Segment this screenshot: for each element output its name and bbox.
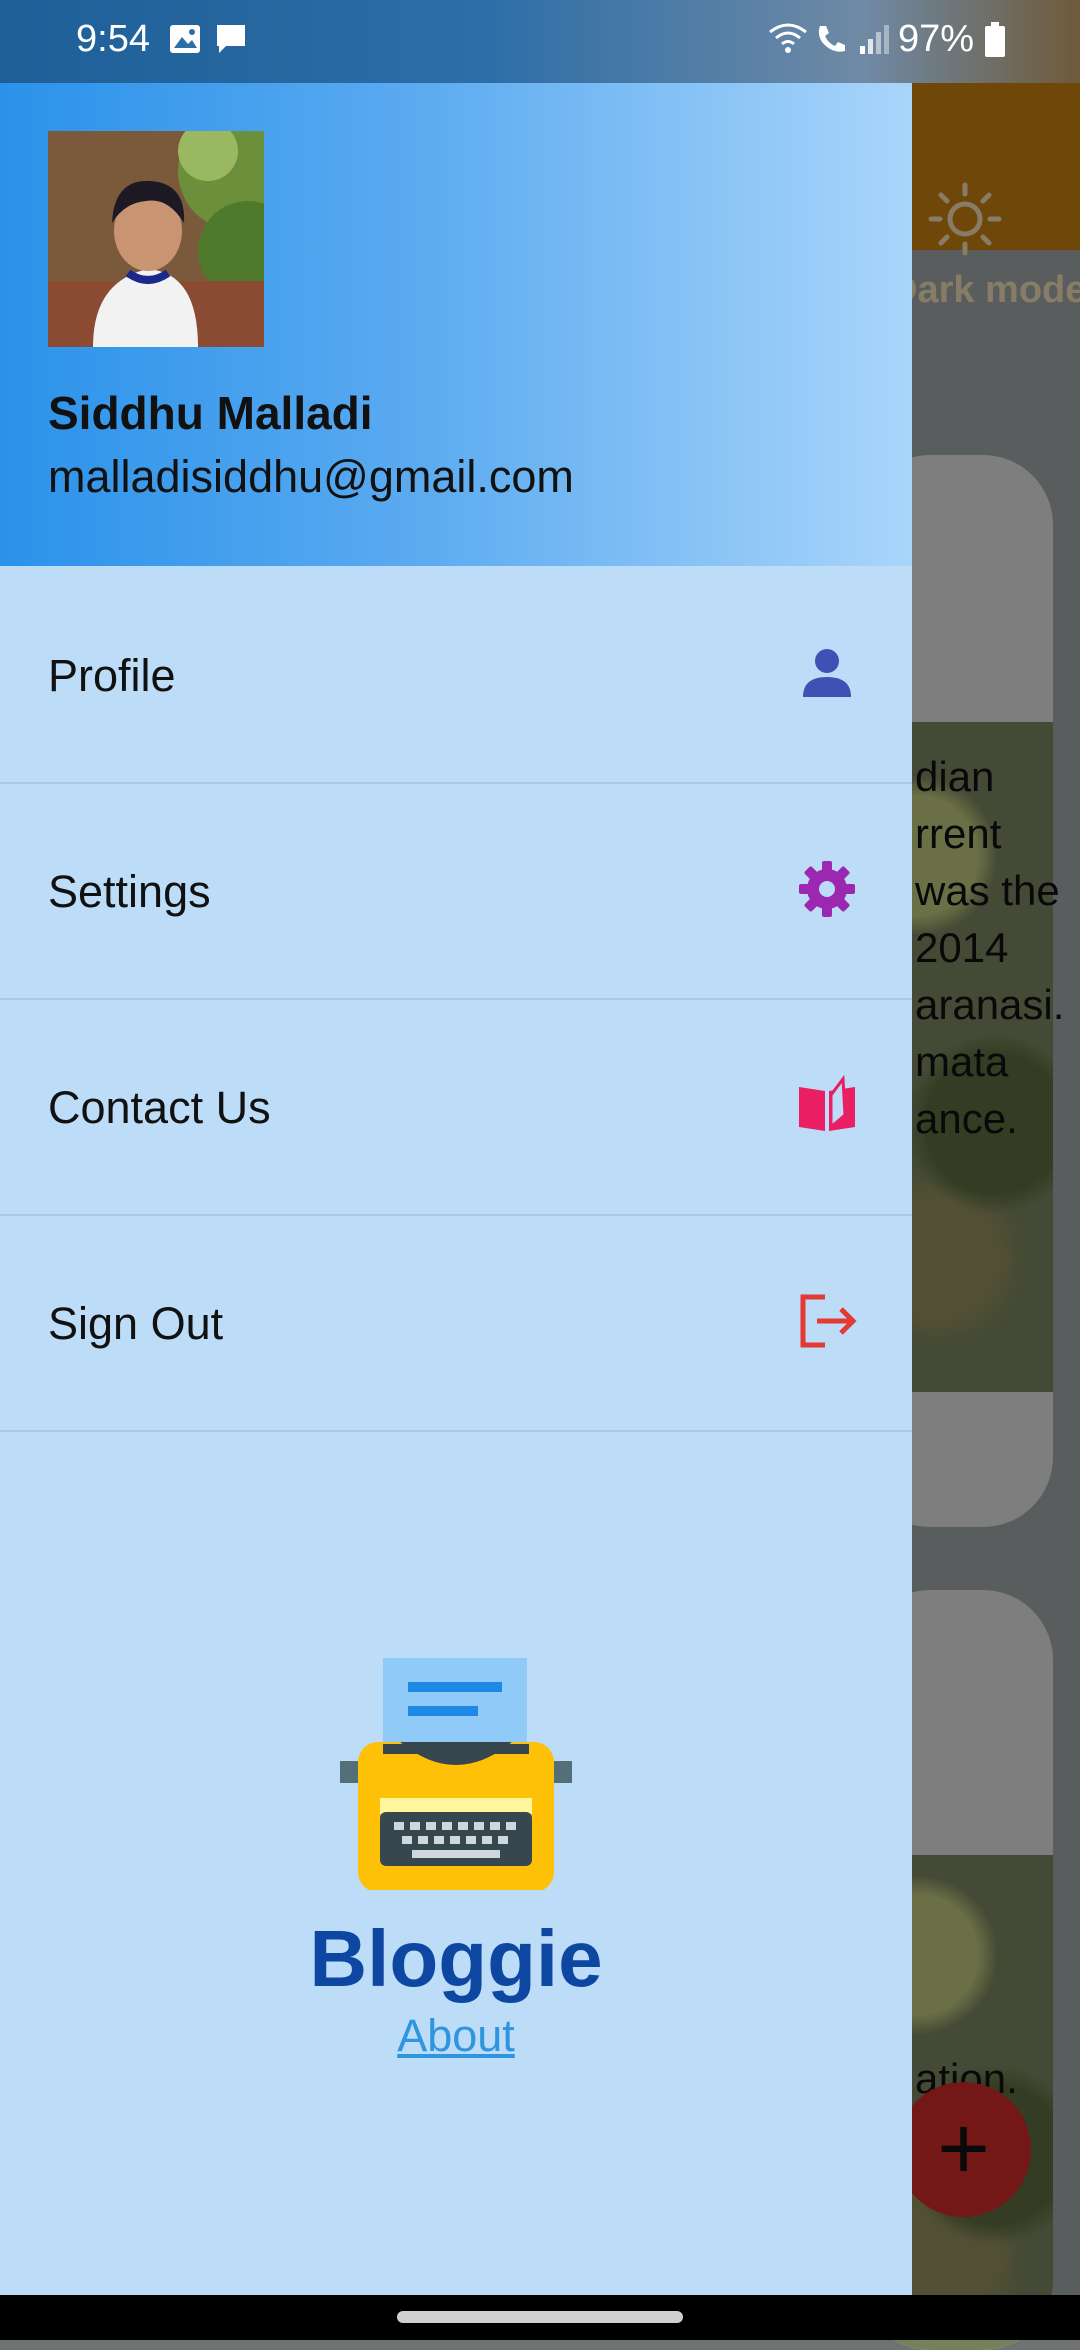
image-icon bbox=[170, 25, 200, 53]
battery-icon bbox=[985, 22, 1005, 57]
menu-item-settings[interactable]: Settings bbox=[0, 782, 912, 1000]
user-email: malladisiddhu@gmail.com bbox=[48, 451, 574, 502]
profile-photo bbox=[48, 131, 264, 347]
navigation-drawer: Siddhu Malladi malladisiddhu@gmail.com P… bbox=[0, 83, 912, 2295]
menu-item-sign-out[interactable]: Sign Out bbox=[0, 1214, 912, 1432]
system-navigation-bar bbox=[0, 2295, 1080, 2340]
status-bar: 9:54 97% bbox=[0, 0, 1080, 83]
drawer-header: Siddhu Malladi malladisiddhu@gmail.com bbox=[0, 83, 912, 566]
wifi-calling-icon bbox=[769, 23, 807, 53]
sign-out-icon bbox=[800, 1294, 857, 1348]
menu-item-label: Settings bbox=[48, 866, 211, 917]
open-book-icon bbox=[799, 1074, 855, 1131]
about-link[interactable]: About bbox=[0, 2010, 912, 2062]
signal-icon bbox=[860, 25, 889, 54]
typewriter-icon bbox=[340, 1658, 572, 1890]
volte-icon bbox=[818, 26, 845, 52]
message-icon bbox=[217, 25, 245, 53]
user-name: Siddhu Malladi bbox=[48, 387, 373, 439]
avatar bbox=[48, 131, 264, 347]
home-gesture-handle[interactable] bbox=[397, 2311, 683, 2323]
status-time: 9:54 bbox=[76, 18, 150, 60]
person-icon bbox=[803, 649, 851, 697]
menu-item-label: Profile bbox=[48, 650, 176, 701]
battery-percentage: 97% bbox=[898, 18, 975, 60]
menu-item-label: Contact Us bbox=[48, 1082, 271, 1133]
menu-item-contact-us[interactable]: Contact Us bbox=[0, 998, 912, 1216]
app-name: Bloggie bbox=[309, 1914, 603, 2003]
gear-icon bbox=[799, 861, 855, 917]
menu-item-profile[interactable]: Profile bbox=[0, 566, 912, 784]
menu-item-label: Sign Out bbox=[48, 1298, 224, 1349]
